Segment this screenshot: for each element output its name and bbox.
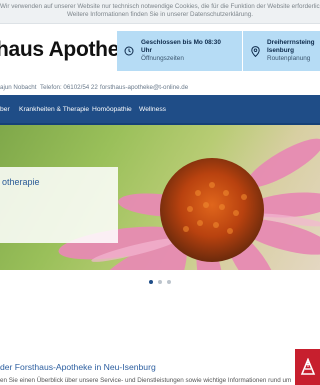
opening-hours-box[interactable]: Geschlossen bis Mo 08:30 Uhr Öffnungszei… — [117, 31, 242, 71]
contact-bar: ajun Nobacht Telefon: 06102/54 22 forsth… — [0, 82, 320, 94]
slider-dot-2[interactable] — [158, 280, 162, 284]
address-text: Dreiherrnsteing Isenburg Routenplanung — [267, 39, 315, 63]
cookie-notice-line-2[interactable]: Weitere Informationen finden Sie in unse… — [0, 11, 320, 19]
nav-item-krankheiten-therapie[interactable]: Krankheiten & Therapie — [19, 95, 89, 125]
slider-dot-1[interactable] — [149, 280, 153, 284]
main-navigation: ber Krankheiten & Therapie Homöopathie W… — [0, 95, 320, 125]
nav-item-ueber[interactable]: ber — [0, 95, 10, 125]
clock-icon — [117, 46, 141, 56]
opening-status-line-2: Uhr — [141, 47, 153, 54]
address-line-1: Dreiherrnsteing — [267, 39, 315, 46]
location-pin-icon — [243, 45, 267, 57]
cookie-notice: Wir verwenden auf unserer Website nur te… — [0, 0, 320, 24]
nav-item-homoeopathie[interactable]: Homöopathie — [92, 95, 132, 125]
hero-slider[interactable]: otherapie — [0, 125, 320, 270]
slider-dot-3[interactable] — [167, 280, 171, 284]
opening-status-line-1: Geschlossen bis Mo 08:30 — [141, 39, 221, 46]
intro-heading: der Forsthaus-Apotheke in Neu-Isenburg — [0, 362, 156, 372]
apotheke-a-icon — [300, 358, 315, 375]
hero-caption-card[interactable]: otherapie — [0, 167, 118, 243]
cookie-notice-line-1: Wir verwenden auf unserer Website nur te… — [0, 3, 320, 10]
owner-name: ajun Nobacht — [0, 84, 37, 91]
address-line-2: Isenburg — [267, 47, 294, 54]
opening-hours-text: Geschlossen bis Mo 08:30 Uhr Öffnungszei… — [141, 39, 221, 63]
phone-number[interactable]: Telefon: 06102/54 22 — [40, 82, 98, 94]
opening-hours-link[interactable]: Öffnungszeiten — [141, 55, 221, 63]
route-planning-link[interactable]: Routenplanung — [267, 55, 315, 63]
email-link[interactable]: forsthaus-apotheke@t-online.de — [100, 82, 188, 94]
nav-item-wellness[interactable]: Wellness — [139, 95, 166, 125]
address-box[interactable]: Dreiherrnsteing Isenburg Routenplanung — [243, 31, 320, 71]
apothecary-a-logo[interactable] — [295, 349, 320, 385]
slider-pagination — [0, 280, 320, 288]
hero-caption-text: otherapie — [2, 177, 40, 187]
intro-text: en Sie einen Überblick über unsere Servi… — [0, 377, 292, 384]
